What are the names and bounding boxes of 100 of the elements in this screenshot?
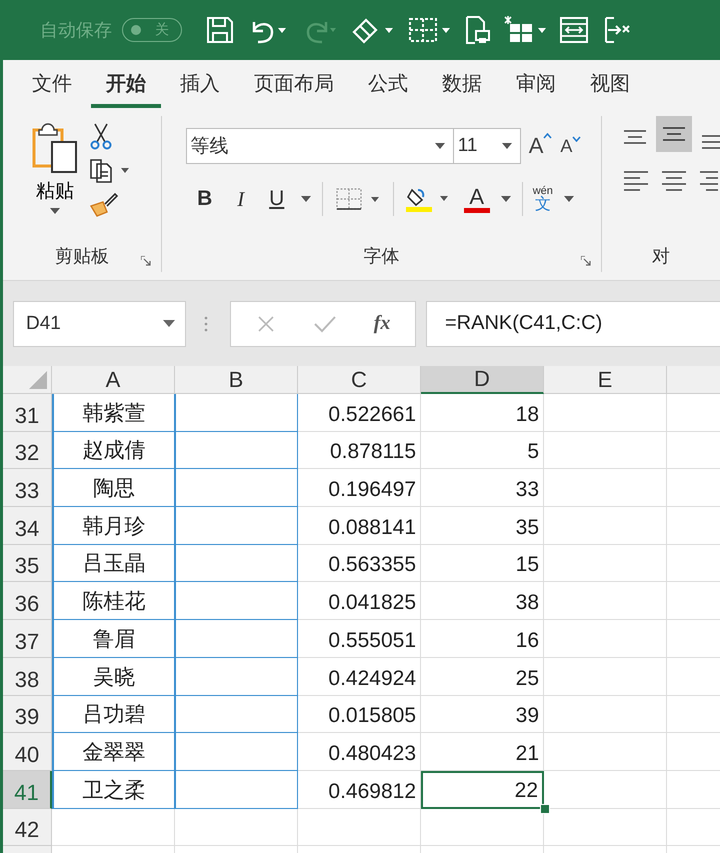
ribbon-tab[interactable]: 页面布局: [239, 62, 349, 108]
dialog-launcher-icon[interactable]: [140, 256, 151, 266]
font-color-button[interactable]: A: [464, 186, 490, 212]
table-cell[interactable]: [175, 469, 298, 508]
table-cell[interactable]: 韩紫萱: [52, 394, 175, 432]
fit-width-icon[interactable]: [558, 14, 590, 46]
table-cell[interactable]: 韩月珍: [52, 507, 175, 545]
format-painter-icon[interactable]: [89, 190, 119, 218]
font-name-field[interactable]: 等线: [186, 128, 454, 164]
table-cell[interactable]: 鲁眉: [52, 620, 175, 658]
table-cell[interactable]: 0.015805: [298, 696, 421, 734]
grip-icon[interactable]: [204, 314, 208, 332]
selected-cell[interactable]: 22: [421, 770, 544, 809]
table-cell[interactable]: 0.424924: [298, 658, 421, 696]
table-cell[interactable]: 卫之柔: [52, 770, 175, 809]
group-label: 对: [652, 245, 670, 268]
table-cell[interactable]: 0.522661: [298, 394, 421, 432]
table-cell[interactable]: 16: [421, 620, 544, 658]
table-cell[interactable]: 0.555051: [298, 620, 421, 658]
table-cell[interactable]: [175, 432, 298, 470]
column-header[interactable]: D: [421, 366, 544, 394]
table-cell[interactable]: 33: [421, 469, 544, 508]
table-cell[interactable]: 21: [421, 733, 544, 771]
formula-field[interactable]: =RANK(C41,C:C): [426, 300, 720, 346]
caret-icon[interactable]: [562, 196, 575, 202]
table-cell[interactable]: [175, 507, 298, 545]
name-box[interactable]: D41: [13, 300, 186, 346]
table-cell[interactable]: 吕玉晶: [52, 544, 175, 582]
table-cell[interactable]: [175, 733, 298, 771]
font-size-field[interactable]: 11: [452, 128, 521, 164]
table-cell[interactable]: [175, 696, 298, 734]
caret-icon[interactable]: [300, 196, 312, 202]
table-cell[interactable]: [175, 658, 298, 696]
column-header[interactable]: B: [175, 366, 298, 394]
row-header[interactable]: 38: [3, 658, 52, 696]
table-cell[interactable]: 吕功碧: [52, 696, 175, 734]
check-icon[interactable]: [312, 314, 337, 334]
row-header[interactable]: 33: [3, 469, 52, 508]
ribbon-tab[interactable]: 文件: [17, 62, 87, 108]
table-cell[interactable]: 陈桂花: [52, 582, 175, 620]
paste-button[interactable]: 粘贴: [29, 122, 81, 240]
bold-button[interactable]: B: [192, 187, 218, 211]
table-cell[interactable]: 0.563355: [298, 544, 421, 582]
row-header[interactable]: 41: [3, 770, 52, 809]
table-cell[interactable]: 15: [421, 544, 544, 582]
table-cell[interactable]: 38: [421, 582, 544, 620]
ribbon-tab[interactable]: 视图: [575, 62, 645, 108]
table-cell[interactable]: 18: [421, 394, 544, 432]
align-right-icon[interactable]: [698, 168, 718, 192]
shrink-font-button[interactable]: A: [560, 136, 582, 156]
table-cell[interactable]: [175, 770, 298, 809]
row-header[interactable]: 37: [3, 620, 52, 658]
italic-button[interactable]: I: [228, 186, 254, 212]
fill-handle[interactable]: [540, 804, 550, 814]
insert-function-button[interactable]: fx: [374, 312, 390, 335]
table-cell[interactable]: 25: [421, 658, 544, 696]
ribbon-tab[interactable]: 数据: [427, 62, 497, 108]
ribbon-tab[interactable]: 审阅: [501, 62, 571, 108]
table-cell[interactable]: 0.088141: [298, 507, 421, 545]
column-header[interactable]: A: [52, 366, 175, 394]
phonetic-button[interactable]: wén 文: [532, 186, 553, 212]
row-header[interactable]: 31: [3, 394, 52, 432]
table-cell[interactable]: 0.480423: [298, 733, 421, 771]
row-header[interactable]: 34: [3, 507, 52, 545]
table-cell[interactable]: 35: [421, 507, 544, 545]
row-header[interactable]: 40: [3, 733, 52, 771]
table-cell[interactable]: 0.878115: [298, 432, 421, 470]
group-label: 剪贴板: [54, 245, 109, 268]
caret-icon: [502, 143, 512, 149]
ribbon-tab[interactable]: 插入: [165, 62, 235, 108]
table-cell[interactable]: 吴晓: [52, 658, 175, 696]
cancel-icon[interactable]: [256, 314, 276, 334]
table-cell[interactable]: 0.469812: [298, 770, 421, 809]
caret-icon: [50, 208, 60, 214]
up-caret-icon: [543, 133, 552, 139]
table-cell[interactable]: [175, 582, 298, 620]
align-middle-icon[interactable]: [656, 116, 692, 152]
table-cell[interactable]: 陶思: [52, 469, 175, 508]
row-header[interactable]: 42: [3, 808, 52, 846]
row-header[interactable]: 35: [3, 544, 52, 582]
ribbon-tab[interactable]: 公式: [353, 62, 423, 108]
table-cell[interactable]: [175, 394, 298, 432]
scissors-icon[interactable]: [89, 122, 113, 150]
table-cell[interactable]: [175, 620, 298, 658]
row-header[interactable]: 32: [3, 432, 52, 470]
row-header[interactable]: 36: [3, 582, 52, 620]
table-cell[interactable]: 0.196497: [298, 469, 421, 508]
table-cell[interactable]: 金翠翠: [52, 733, 175, 771]
save-icon[interactable]: [204, 14, 236, 46]
caret-icon[interactable]: [500, 196, 512, 202]
table-cell[interactable]: 0.041825: [298, 582, 421, 620]
table-cell[interactable]: 5: [421, 432, 544, 470]
grow-font-button[interactable]: A: [528, 133, 552, 159]
table-cell[interactable]: 赵成倩: [52, 432, 175, 470]
row-header[interactable]: 39: [3, 696, 52, 734]
underline-button[interactable]: U: [264, 187, 290, 211]
table-cell[interactable]: [175, 544, 298, 582]
table-cell[interactable]: 39: [421, 696, 544, 734]
dialog-launcher-icon[interactable]: [581, 256, 591, 266]
column-header[interactable]: E: [544, 366, 667, 394]
